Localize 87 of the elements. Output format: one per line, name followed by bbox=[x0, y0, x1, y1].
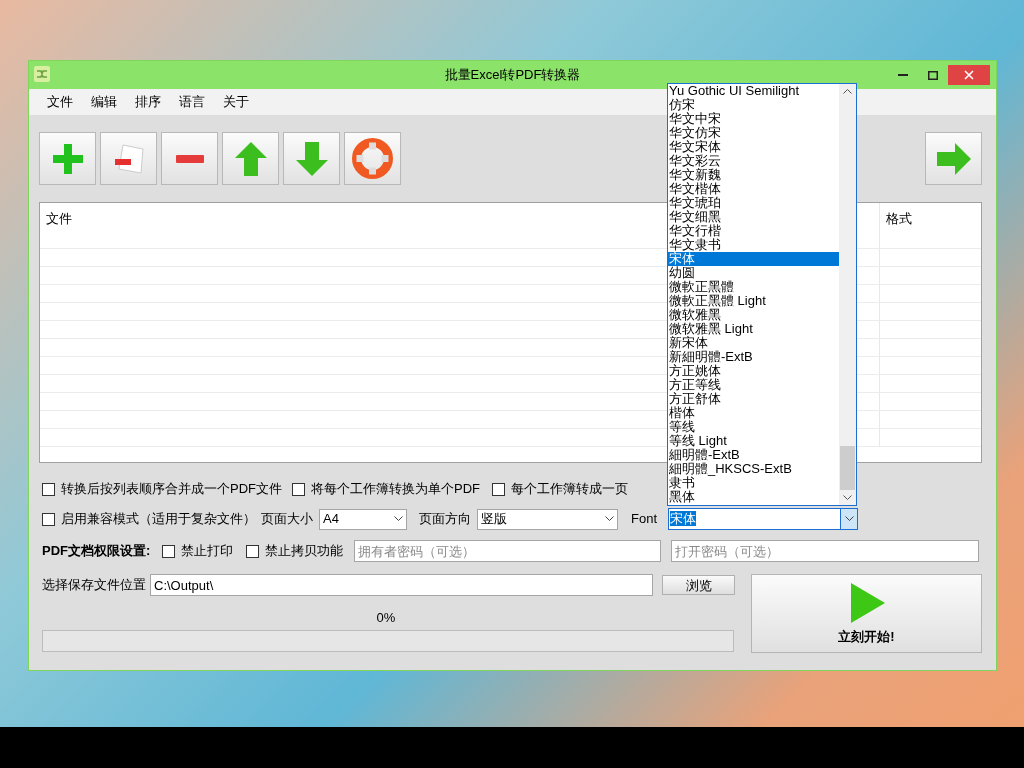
menu-item[interactable]: 关于 bbox=[216, 91, 256, 113]
menu-item[interactable]: 编辑 bbox=[84, 91, 124, 113]
checkbox-label: 禁止拷贝功能 bbox=[265, 542, 344, 561]
dropdown-option[interactable]: 华文中宋 bbox=[668, 112, 839, 126]
minimize-icon bbox=[898, 74, 908, 76]
caret-icon bbox=[844, 516, 854, 522]
dropdown-option[interactable]: 幼圆 bbox=[668, 266, 839, 280]
scrollbar[interactable] bbox=[839, 84, 856, 505]
down-arrow-icon bbox=[295, 141, 328, 176]
open-password-field[interactable]: 打开密码（可选） bbox=[671, 540, 980, 562]
dropdown-option[interactable]: 华文楷体 bbox=[668, 182, 839, 196]
window-title: 批量Excel转PDF转换器 bbox=[444, 66, 581, 85]
dropdown-option[interactable]: 楷体 bbox=[668, 406, 839, 420]
checkbox-label: 每个工作簿转成一页 bbox=[511, 480, 628, 499]
owner-password-field[interactable]: 拥有者密码（可选） bbox=[354, 540, 662, 562]
dropdown-option[interactable]: 方正姚体 bbox=[668, 364, 839, 378]
dropdown-option[interactable]: 等线 bbox=[668, 420, 839, 434]
dropdown-option[interactable]: 仿宋 bbox=[668, 98, 839, 112]
checkbox[interactable] bbox=[162, 544, 176, 558]
dropdown-option[interactable]: 新宋体 bbox=[668, 336, 839, 350]
dropdown-option[interactable]: 方正等线 bbox=[668, 378, 839, 392]
plus-icon bbox=[52, 143, 83, 174]
checkbox-label: 转换后按列表顺序合并成一个PDF文件 bbox=[61, 480, 282, 499]
orientation-select[interactable]: 竖版 bbox=[477, 508, 618, 530]
minus-icon bbox=[175, 154, 204, 163]
scroll-down-icon bbox=[843, 495, 852, 501]
dropdown-option[interactable]: 微軟正黑體 bbox=[668, 280, 839, 294]
dropdown-option[interactable]: 方正舒体 bbox=[668, 392, 839, 406]
dropdown-option[interactable]: 等线 Light bbox=[668, 434, 839, 448]
progress-percent: 0% bbox=[375, 610, 397, 626]
dropdown-option[interactable]: 宋体 bbox=[668, 252, 839, 266]
maximize-icon bbox=[928, 70, 938, 80]
down-button[interactable] bbox=[283, 132, 340, 185]
menu-item[interactable]: 文件 bbox=[40, 91, 80, 113]
dropdown-option[interactable]: 华文新魏 bbox=[668, 168, 839, 182]
dropdown-option[interactable]: 黑体 bbox=[668, 490, 839, 504]
dropdown-option[interactable]: 华文细黑 bbox=[668, 210, 839, 224]
dropdown-option[interactable]: 微軟正黑體 Light bbox=[668, 294, 839, 308]
page-size-select[interactable]: A4 bbox=[319, 508, 407, 530]
checkbox[interactable] bbox=[292, 482, 305, 496]
dropdown-option[interactable]: 新細明體-ExtB bbox=[668, 350, 839, 364]
field-label: 页面方向 bbox=[419, 510, 472, 529]
font-value: 宋体 bbox=[670, 511, 696, 527]
column-header[interactable]: 格式 bbox=[880, 203, 981, 231]
scrollbar-thumb[interactable] bbox=[840, 446, 855, 490]
up-arrow-icon bbox=[234, 141, 267, 176]
dropdown-option[interactable]: 微软雅黑 bbox=[668, 308, 839, 322]
permissions-label: PDF文档权限设置: bbox=[42, 542, 151, 561]
remove-file-button[interactable] bbox=[100, 132, 157, 185]
output-path-field[interactable]: C:\Output\ bbox=[150, 574, 653, 596]
close-icon bbox=[964, 70, 974, 80]
checkbox[interactable] bbox=[42, 482, 55, 496]
dropdown-option[interactable]: 华文彩云 bbox=[668, 154, 839, 168]
dropdown-option[interactable]: 华文隶书 bbox=[668, 238, 839, 252]
up-button[interactable] bbox=[222, 132, 279, 185]
checkbox[interactable] bbox=[42, 512, 55, 526]
dropdown-option[interactable]: 微软雅黑 Light bbox=[668, 322, 839, 336]
checkbox-label: 将每个工作簿转换为单个PDF bbox=[311, 480, 480, 499]
checkbox-label: 禁止打印 bbox=[181, 542, 234, 561]
menu-item[interactable]: 语言 bbox=[172, 91, 212, 113]
menu-item[interactable]: 排序 bbox=[128, 91, 168, 113]
dropdown-option[interactable]: 华文仿宋 bbox=[668, 126, 839, 140]
remove-button[interactable] bbox=[161, 132, 218, 185]
app-icon bbox=[34, 66, 50, 82]
help-button[interactable] bbox=[344, 132, 401, 185]
field-label: Font bbox=[631, 510, 658, 529]
checkbox[interactable] bbox=[492, 482, 505, 496]
add-button[interactable] bbox=[39, 132, 96, 185]
scroll-up-icon bbox=[843, 88, 852, 94]
font-combobox[interactable]: 宋体 bbox=[668, 508, 858, 530]
next-button[interactable] bbox=[925, 132, 982, 185]
lifebuoy-icon bbox=[352, 138, 393, 179]
document-minus-icon bbox=[113, 143, 144, 174]
field-label: 页面大小 bbox=[261, 510, 314, 529]
caret-icon bbox=[605, 516, 614, 522]
dropdown-option[interactable]: 隶书 bbox=[668, 476, 839, 490]
dropdown-option[interactable]: 細明體-ExtB bbox=[668, 448, 839, 462]
browse-button[interactable]: 浏览 bbox=[662, 575, 735, 595]
dropdown-option[interactable]: Yu Gothic UI Semilight bbox=[668, 84, 839, 98]
checkbox-label: 启用兼容模式（适用于复杂文件） bbox=[61, 510, 256, 529]
checkbox[interactable] bbox=[246, 544, 260, 558]
dropdown-option[interactable]: 細明體_HKSCS-ExtB bbox=[668, 462, 839, 476]
save-location-label: 选择保存文件位置 bbox=[42, 576, 147, 595]
caret-icon bbox=[394, 516, 403, 522]
start-button[interactable]: 立刻开始! bbox=[751, 574, 982, 653]
right-arrow-icon bbox=[936, 142, 971, 175]
dropdown-option[interactable]: 华文宋体 bbox=[668, 140, 839, 154]
